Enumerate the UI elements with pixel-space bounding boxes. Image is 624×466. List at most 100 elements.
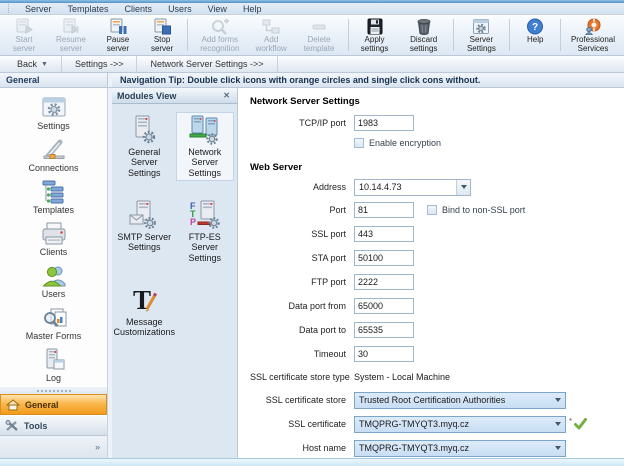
sidebar-item-users[interactable]: Users — [0, 260, 107, 302]
sta-port-input[interactable] — [354, 250, 414, 266]
chevron-down-icon[interactable] — [551, 393, 565, 408]
network-server-settings-icon — [188, 115, 222, 145]
help-button[interactable]: ? Help — [513, 16, 557, 54]
message-customizations-icon: T — [127, 285, 161, 315]
data-port-to-label: Data port to — [250, 325, 346, 335]
settings-form: Network Server Settings TCP/IP port Enab… — [238, 88, 624, 459]
log-icon — [39, 347, 69, 372]
add-workflow-button[interactable]: Add workflow — [249, 16, 294, 54]
professional-services-label: Professional Services — [568, 36, 618, 54]
sidebar-item-connections[interactable]: Connections — [0, 134, 107, 176]
add-workflow-label: Add workflow — [253, 36, 290, 54]
pause-server-icon — [108, 18, 128, 35]
enable-encryption-checkbox[interactable] — [354, 138, 364, 148]
data-port-to-input[interactable] — [354, 322, 414, 338]
server-settings-button[interactable]: Server Settings — [456, 16, 506, 54]
module-label: Network Server Settings — [177, 147, 233, 178]
sidebar-item-master-forms[interactable]: Master Forms — [0, 302, 107, 344]
chevron-down-icon[interactable] — [551, 417, 565, 432]
menu-help[interactable]: Help — [235, 4, 270, 14]
main-area: Settings Connections Templates Clients U… — [0, 88, 624, 459]
module-smtp-server-settings[interactable]: SMTP Server Settings — [115, 197, 173, 266]
sidebar-section-general[interactable]: General — [0, 394, 107, 415]
start-server-button[interactable]: Start server — [2, 16, 46, 54]
sidebar-item-templates[interactable]: Templates — [0, 176, 107, 218]
sta-port-label: STA port — [250, 253, 346, 263]
delete-template-button[interactable]: Delete template — [293, 16, 344, 54]
toolbar-separator — [453, 19, 454, 51]
bind-non-ssl-checkbox[interactable] — [427, 205, 437, 215]
add-forms-recognition-icon — [210, 18, 230, 35]
menu-clients[interactable]: Clients — [117, 4, 161, 14]
professional-services-button[interactable]: Professional Services — [564, 16, 622, 54]
cert-store-combobox[interactable]: Trusted Root Certification Authorities — [354, 392, 566, 409]
delete-template-icon — [309, 18, 329, 35]
menu-templates[interactable]: Templates — [60, 4, 117, 14]
module-label: Message Customizations — [114, 317, 176, 338]
chevron-down-icon: ▼ — [41, 61, 48, 68]
ssl-port-label: SSL port — [250, 229, 346, 239]
start-server-icon — [14, 18, 34, 35]
cert-store-type-label: SSL certificate store type — [250, 372, 346, 382]
general-server-settings-icon — [127, 115, 161, 145]
back-button[interactable]: Back ▼ — [4, 56, 62, 72]
address-label: Address — [250, 182, 346, 192]
host-name-combobox[interactable]: TMQPRG-TMYQT3.myq.cz — [354, 440, 566, 457]
pause-server-button[interactable]: Pause server — [96, 16, 140, 54]
menu-users[interactable]: Users — [160, 4, 200, 14]
toolbar-separator — [348, 19, 349, 51]
data-port-from-input[interactable] — [354, 298, 414, 314]
sidebar-item-label: Master Forms — [26, 331, 82, 341]
breadcrumb-network-server-settings[interactable]: Network Server Settings ->> — [137, 56, 277, 72]
discard-settings-button[interactable]: Discard settings — [398, 16, 450, 54]
menu-grip-icon — [8, 4, 11, 13]
ftp-port-input[interactable] — [354, 274, 414, 290]
sidebar-item-log[interactable]: Log — [0, 344, 107, 386]
timeout-input[interactable] — [354, 346, 414, 362]
close-icon[interactable]: ✕ — [221, 91, 232, 100]
expand-chevron-icon[interactable]: » — [92, 442, 103, 453]
ssl-certificate-combobox[interactable]: TMQPRG-TMYQT3.myq.cz — [354, 416, 566, 433]
stop-server-button[interactable]: Stop server — [140, 16, 184, 54]
port-input[interactable] — [354, 202, 414, 218]
module-message-customizations[interactable]: T Message Customizations — [115, 282, 173, 341]
apply-settings-icon — [365, 18, 385, 35]
add-forms-recognition-button[interactable]: Add forms recognition — [191, 16, 249, 54]
sidebar-item-settings[interactable]: Settings — [0, 92, 107, 134]
module-ftp-es-server-settings[interactable]: FTP FTP-ES Server Settings — [176, 197, 234, 266]
ssl-port-input[interactable] — [354, 226, 414, 242]
module-network-server-settings[interactable]: Network Server Settings — [176, 112, 234, 181]
host-name-value: TMQPRG-TMYQT3.myq.cz — [359, 443, 551, 453]
sidebar-item-clients[interactable]: Clients — [0, 218, 107, 260]
module-general-server-settings[interactable]: General Server Settings — [115, 112, 173, 181]
settings-icon — [39, 95, 69, 120]
back-label: Back — [17, 59, 37, 69]
cert-store-label: SSL certificate store — [250, 395, 346, 405]
apply-settings-button[interactable]: Apply settings — [351, 16, 397, 54]
users-icon — [39, 263, 69, 288]
sidebar-splitter[interactable] — [0, 386, 107, 394]
menu-server[interactable]: Server — [17, 4, 60, 14]
address-combobox[interactable]: 10.14.4.73 — [354, 179, 471, 196]
home-icon — [6, 399, 20, 411]
server-settings-label: Server Settings — [460, 36, 502, 54]
tcpip-port-label: TCP/IP port — [250, 118, 346, 128]
breadcrumb-settings[interactable]: Settings ->> — [62, 56, 138, 72]
sidebar-section-tools[interactable]: Tools — [0, 415, 107, 436]
timeout-label: Timeout — [250, 349, 346, 359]
menu-view[interactable]: View — [200, 4, 235, 14]
server-settings-icon — [471, 18, 491, 35]
chevron-down-icon[interactable] — [551, 441, 565, 456]
svg-text:P: P — [190, 217, 196, 227]
resume-server-button[interactable]: Resume server — [46, 16, 96, 54]
required-mark: * — [569, 417, 572, 426]
tcpip-port-input[interactable] — [354, 115, 414, 131]
address-value: 10.14.4.73 — [359, 182, 456, 192]
help-label: Help — [527, 36, 543, 45]
enable-encryption-label: Enable encryption — [369, 138, 441, 148]
stop-server-icon — [152, 18, 172, 35]
clients-icon — [39, 221, 69, 246]
module-label: SMTP Server Settings — [116, 232, 172, 253]
chevron-down-icon[interactable] — [456, 180, 470, 195]
modules-grid: General Server Settings Network Server S… — [112, 104, 237, 349]
